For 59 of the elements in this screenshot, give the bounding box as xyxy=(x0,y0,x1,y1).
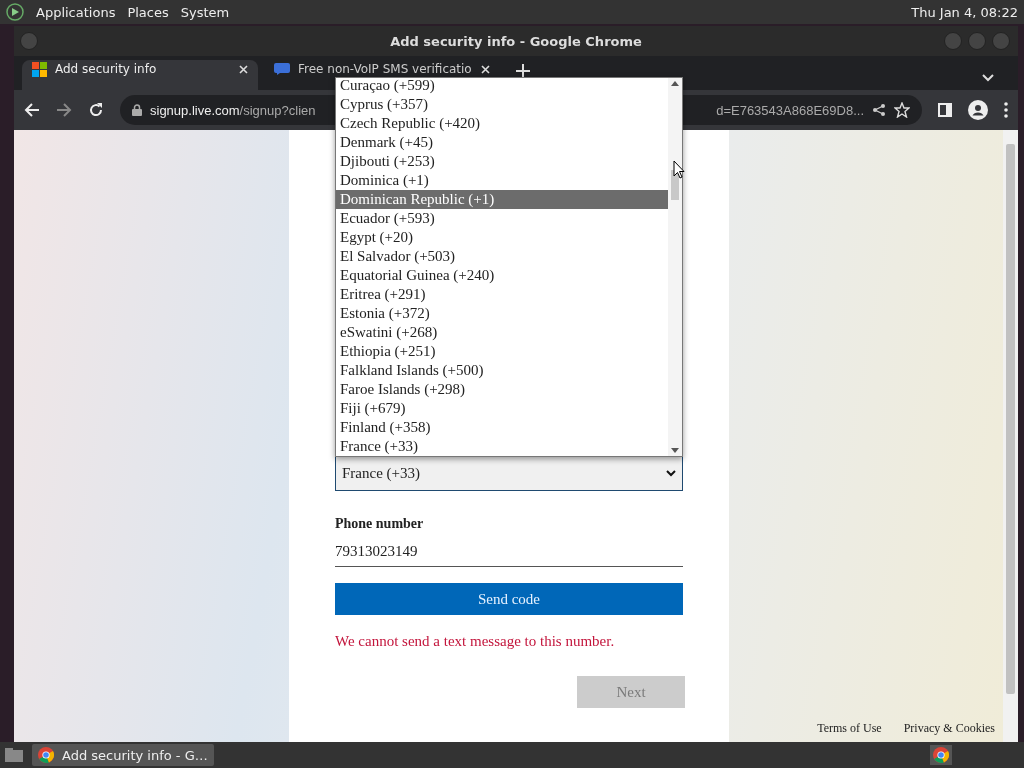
dropdown-option[interactable]: Faroe Islands (+298) xyxy=(336,380,668,399)
phone-input[interactable]: 79313023149 xyxy=(335,536,683,567)
send-code-button[interactable]: Send code xyxy=(335,583,683,615)
chevron-down-icon xyxy=(666,470,676,477)
dropdown-option[interactable]: eSwatini (+268) xyxy=(336,323,668,342)
error-message: We cannot send a text message to this number. xyxy=(335,633,616,650)
dropdown-option[interactable]: Curaçao (+599) xyxy=(336,76,668,95)
dropdown-option[interactable]: Falkland Islands (+500) xyxy=(336,361,668,380)
dropdown-option[interactable]: Dominica (+1) xyxy=(336,171,668,190)
dropdown-option[interactable]: Cyprus (+357) xyxy=(336,95,668,114)
dropdown-option[interactable]: Finland (+358) xyxy=(336,418,668,437)
browser-tab[interactable]: Add security info xyxy=(22,60,258,90)
back-icon[interactable] xyxy=(24,102,40,118)
scroll-down-icon[interactable] xyxy=(671,448,679,453)
star-icon[interactable] xyxy=(894,102,910,118)
clock: Thu Jan 4, 08:22 xyxy=(911,4,1018,20)
dropdown-option[interactable]: Ecuador (+593) xyxy=(336,209,668,228)
lock-icon xyxy=(132,104,142,116)
dropdown-option[interactable]: Eritrea (+291) xyxy=(336,285,668,304)
new-tab-icon[interactable] xyxy=(516,64,530,78)
dropdown-option[interactable]: Equatorial Guinea (+240) xyxy=(336,266,668,285)
window-title: Add security info - Google Chrome xyxy=(390,33,642,49)
taskbar-button[interactable]: Add security info - G… xyxy=(32,744,214,766)
dropdown-option[interactable]: Czech Republic (+420) xyxy=(336,114,668,133)
dropdown-option[interactable]: Denmark (+45) xyxy=(336,133,668,152)
close-tab-icon[interactable] xyxy=(239,64,248,74)
scroll-up-icon[interactable] xyxy=(671,81,679,86)
windows-logo-icon xyxy=(32,61,47,77)
profile-icon[interactable] xyxy=(968,100,988,120)
country-select[interactable]: France (+33) xyxy=(335,456,683,491)
side-panel-icon[interactable] xyxy=(938,103,952,117)
chrome-icon xyxy=(38,747,54,763)
dropdown-scrollbar[interactable] xyxy=(668,78,682,456)
chrome-icon xyxy=(933,747,949,763)
chevron-down-icon[interactable] xyxy=(982,74,994,82)
footer-link[interactable]: Terms of Use xyxy=(817,721,882,736)
dropdown-option[interactable]: France (+33) xyxy=(336,437,668,456)
field-label: Phone number xyxy=(335,516,425,532)
app-logo-icon[interactable] xyxy=(6,3,24,21)
dropdown-option[interactable]: Fiji (+679) xyxy=(336,399,668,418)
dropdown-option[interactable]: Estonia (+372) xyxy=(336,304,668,323)
tray-button[interactable] xyxy=(930,745,952,765)
panel-menu[interactable]: Applications xyxy=(36,4,116,20)
message-icon xyxy=(274,63,290,75)
panel-menu[interactable]: System xyxy=(180,4,230,20)
scrollbar-thumb[interactable] xyxy=(1006,144,1015,694)
dropdown-option[interactable]: El Salvador (+503) xyxy=(336,247,668,266)
close-tab-icon[interactable] xyxy=(481,64,490,74)
menu-icon[interactable] xyxy=(1004,102,1008,118)
reload-icon[interactable] xyxy=(88,102,104,118)
footer-link[interactable]: Privacy & Cookies xyxy=(903,721,995,736)
dropdown-option[interactable]: Egypt (+20) xyxy=(336,228,668,247)
dropdown-option[interactable]: Dominican Republic (+1) xyxy=(336,190,668,209)
panel-menu[interactable]: Places xyxy=(127,4,169,20)
share-icon[interactable] xyxy=(872,103,886,117)
dropdown-option[interactable]: Djibouti (+253) xyxy=(336,152,668,171)
forward-icon[interactable] xyxy=(56,102,72,118)
dropdown-option[interactable]: Ethiopia (+251) xyxy=(336,342,668,361)
page-scrollbar[interactable] xyxy=(1003,130,1018,742)
